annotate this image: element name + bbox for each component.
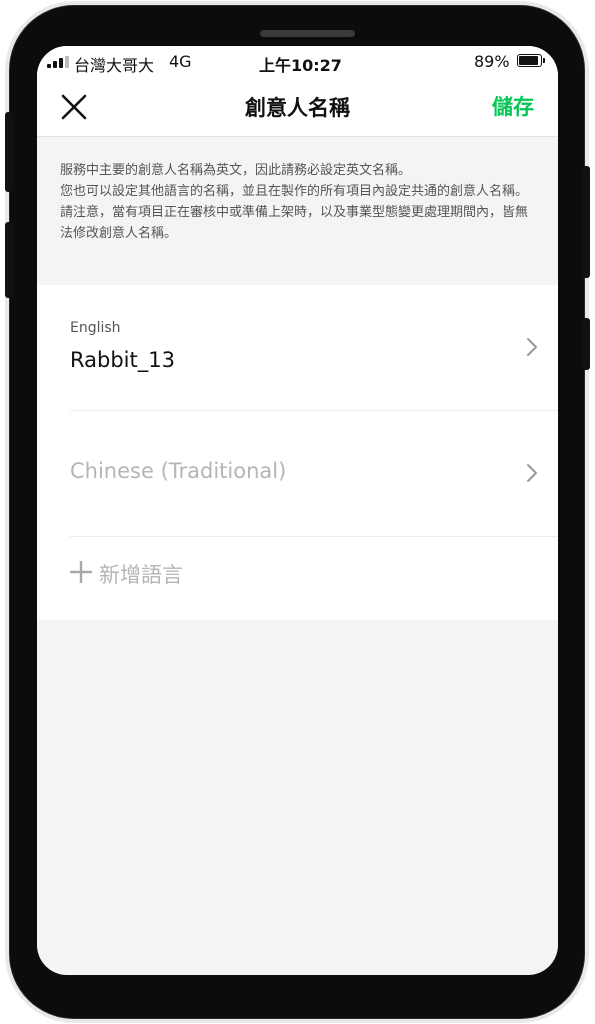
carrier-name: 台灣大哥大 xyxy=(74,56,155,75)
save-button[interactable]: 儲存 xyxy=(492,91,534,121)
language-list: English Rabbit_13 Chinese (Traditional) … xyxy=(37,285,558,620)
clock: 上午10:27 xyxy=(259,56,342,75)
add-language-label: 新增語言 xyxy=(99,563,183,587)
language-row-chinese-traditional[interactable]: Chinese (Traditional) xyxy=(37,411,558,536)
page-title: 創意人名稱 xyxy=(245,96,350,120)
language-value: Rabbit_13 xyxy=(70,348,175,372)
chevron-right-icon xyxy=(527,464,537,482)
network-type: 4G xyxy=(169,52,192,71)
app-screen: 台灣大哥大 4G 上午10:27 89% 創意人名稱 儲存 服務中主要的創意人名… xyxy=(37,46,558,975)
info-notice: 服務中主要的創意人名稱為英文，因此請務必設定英文名稱。 您也可以設定其他語言的名… xyxy=(37,137,558,285)
side-button-extra xyxy=(582,318,590,370)
side-button-mute xyxy=(5,112,13,192)
speaker-grille xyxy=(260,30,355,37)
chevron-right-icon xyxy=(527,338,537,356)
notice-text: 服務中主要的創意人名稱為英文，因此請務必設定英文名稱。 您也可以設定其他語言的名… xyxy=(60,163,529,241)
side-button-power xyxy=(582,166,590,278)
divider xyxy=(70,536,558,537)
signal-icon xyxy=(47,56,73,68)
plus-icon xyxy=(70,561,92,583)
status-bar: 台灣大哥大 4G 上午10:27 89% xyxy=(37,46,558,78)
language-row-english[interactable]: English Rabbit_13 xyxy=(37,285,558,410)
side-button-volume xyxy=(5,222,13,298)
battery-icon xyxy=(517,54,545,67)
language-placeholder: Chinese (Traditional) xyxy=(70,459,287,483)
language-label: English xyxy=(70,320,121,336)
navigation-bar: 創意人名稱 儲存 xyxy=(37,78,558,137)
battery-percent: 89% xyxy=(474,52,510,71)
